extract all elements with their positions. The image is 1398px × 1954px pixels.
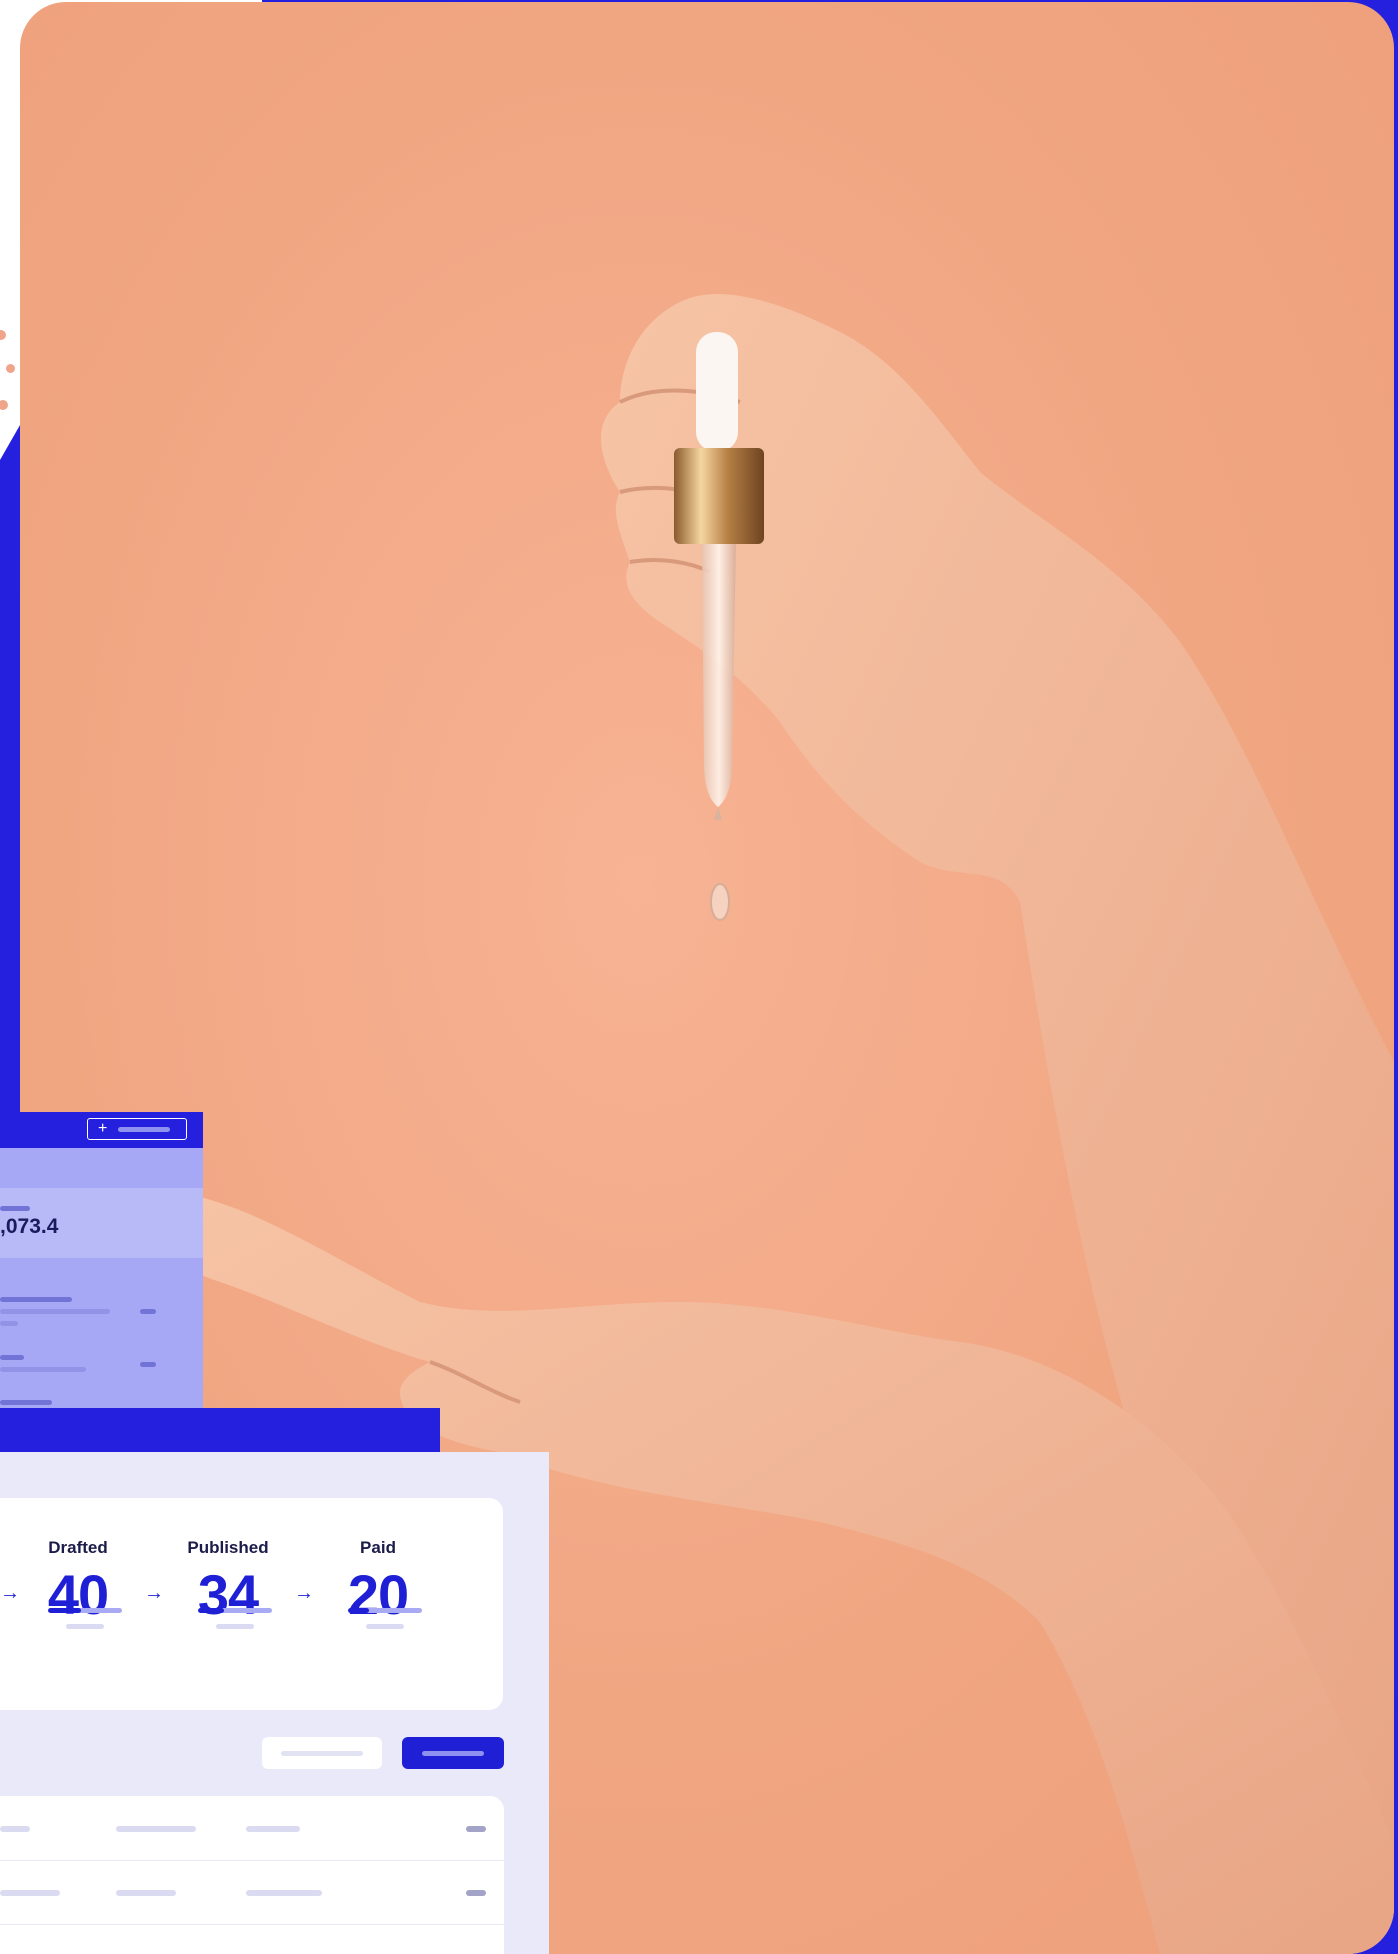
stat-caption-placeholder xyxy=(66,1624,104,1629)
stat-progress-bar xyxy=(48,1608,122,1613)
button-label-placeholder xyxy=(422,1750,484,1756)
table-row[interactable] xyxy=(0,1796,504,1861)
stat-value: 40 xyxy=(47,1563,109,1626)
list-line xyxy=(0,1400,52,1405)
add-button[interactable]: + xyxy=(87,1118,187,1140)
dropper-tube xyxy=(702,544,736,807)
table-cell xyxy=(466,1890,486,1896)
stat-caption-placeholder xyxy=(216,1624,254,1629)
stat-label: Drafted xyxy=(48,1538,108,1557)
primary-action-button[interactable] xyxy=(402,1737,504,1769)
button-label-placeholder xyxy=(281,1750,363,1756)
table-cell xyxy=(466,1826,486,1832)
serum-drop xyxy=(710,883,730,921)
table-cell xyxy=(246,1826,300,1832)
list-line xyxy=(140,1309,156,1314)
stat-progress-fill xyxy=(48,1608,82,1613)
pipeline-stats-card: → Drafted 40 → Published 34 → Paid 20 xyxy=(0,1498,503,1710)
stat-value: 34 xyxy=(197,1563,259,1626)
back-dashboard-panel: + ,073.4 xyxy=(0,1112,203,1408)
stat-value: 20 xyxy=(347,1563,409,1626)
table-cell xyxy=(246,1890,322,1896)
dropper-collar xyxy=(674,448,764,544)
stat-label: Published xyxy=(187,1538,269,1557)
arrow-right-icon: → xyxy=(144,1582,164,1604)
list-line xyxy=(0,1355,24,1360)
back-panel-header: + xyxy=(0,1112,203,1148)
add-button-label-placeholder xyxy=(118,1126,170,1132)
front-dashboard-panel: → Drafted 40 → Published 34 → Paid 20 xyxy=(0,1452,549,1954)
list-line xyxy=(0,1367,86,1372)
list-line xyxy=(0,1321,18,1326)
amount-caption-placeholder xyxy=(0,1206,30,1211)
decorative-dot xyxy=(6,364,15,373)
list-line xyxy=(0,1297,72,1302)
table-cell xyxy=(116,1890,176,1896)
list-line xyxy=(140,1362,156,1367)
stat-progress-fill xyxy=(198,1608,224,1613)
table-cell xyxy=(0,1826,30,1832)
arrow-right-icon: → xyxy=(0,1582,20,1604)
secondary-action-button[interactable] xyxy=(262,1737,382,1769)
amount-value: ,073.4 xyxy=(0,1215,59,1238)
arrow-right-icon: → xyxy=(294,1582,314,1604)
list-line xyxy=(0,1309,110,1314)
stat-progress-fill xyxy=(348,1608,369,1613)
stat-progress-bar xyxy=(198,1608,272,1613)
plus-icon: + xyxy=(98,1120,108,1137)
data-table xyxy=(0,1796,504,1954)
stat-label: Paid xyxy=(360,1538,396,1557)
dropper-bulb xyxy=(696,332,738,452)
table-cell xyxy=(0,1890,60,1896)
stat-caption-placeholder xyxy=(366,1624,404,1629)
table-row[interactable] xyxy=(0,1860,504,1925)
stat-progress-bar xyxy=(348,1608,422,1613)
panel-divider-strip xyxy=(0,1408,440,1454)
table-cell xyxy=(116,1826,196,1832)
